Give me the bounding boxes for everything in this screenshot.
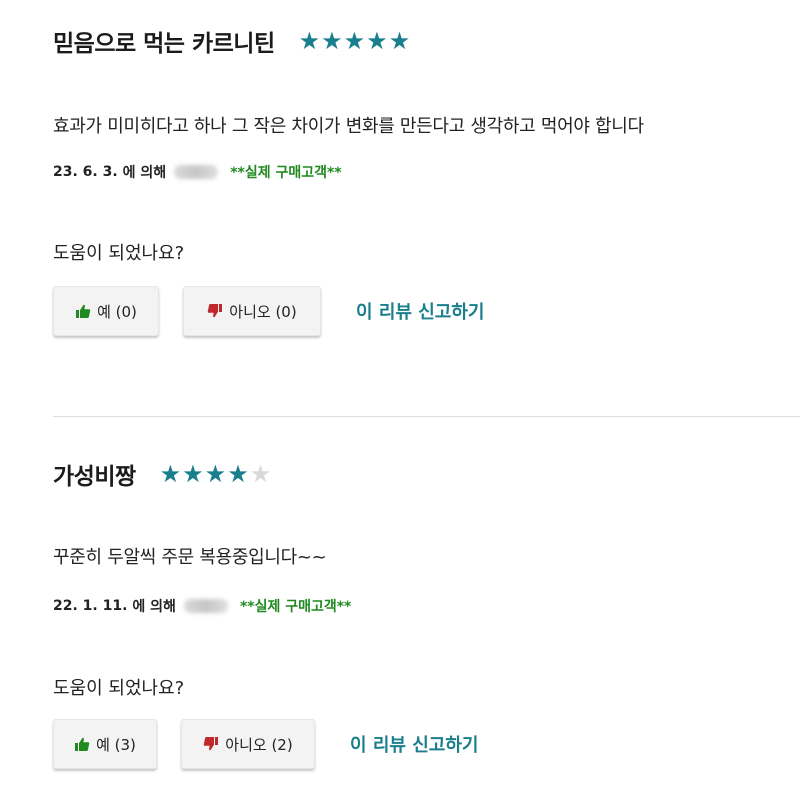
helpful-no-label: 아니오 (2) xyxy=(225,735,293,754)
helpful-yes-button[interactable]: 예 (3) xyxy=(53,719,157,769)
review-title: 가성비짱 xyxy=(53,464,136,490)
star-icon: ★ xyxy=(159,460,182,488)
vote-row: 예 (3) 아니오 (2) 이 리뷰 신고하기 xyxy=(53,719,478,769)
review-by-label: 에 의해 xyxy=(132,599,176,615)
review-body: 효과가 미미히다고 하나 그 작은 차이가 변화를 만든다고 생각하고 먹어야 … xyxy=(53,116,644,137)
reviewer-name-blurred xyxy=(183,599,228,613)
thumbs-up-icon xyxy=(75,303,91,319)
star-icon: ★ xyxy=(343,27,366,55)
review-date: 22. 1. 11. xyxy=(53,598,128,614)
star-icon: ★ xyxy=(298,27,321,55)
verified-buyer-badge: **실제 구매고객** xyxy=(230,165,342,181)
review-card: 가성비짱 ★ ★ ★ ★ ★ 꾸준히 두알씩 주문 복용중입니다~~ 22. 1… xyxy=(0,435,800,800)
review-card: 믿음으로 먹는 카르니틴 ★ ★ ★ ★ ★ 효과가 미미히다고 하나 그 작은… xyxy=(0,0,800,400)
helpful-question: 도움이 되었나요? xyxy=(53,243,185,264)
star-icon: ★ xyxy=(366,27,388,55)
review-by-label: 에 의해 xyxy=(122,165,167,181)
thumbs-down-icon xyxy=(207,303,223,319)
helpful-no-label: 아니오 (0) xyxy=(229,302,297,321)
star-icon: ★ xyxy=(182,460,204,488)
review-divider xyxy=(53,416,800,417)
thumbs-up-icon xyxy=(74,736,90,752)
review-date: 23. 6. 3. xyxy=(53,164,118,180)
review-header: 가성비짱 ★ ★ ★ ★ ★ xyxy=(53,457,271,491)
review-meta: 23. 6. 3. 에 의해 **실제 구매고객** xyxy=(53,162,342,182)
report-review-link[interactable]: 이 리뷰 신고하기 xyxy=(356,298,484,324)
star-rating: ★ ★ ★ ★ ★ xyxy=(160,462,272,486)
verified-buyer-badge: **실제 구매고객** xyxy=(239,599,352,615)
star-icon: ★ xyxy=(249,460,272,488)
helpful-no-button[interactable]: 아니오 (2) xyxy=(181,719,315,769)
star-icon: ★ xyxy=(227,460,249,488)
star-icon: ★ xyxy=(321,27,343,55)
review-header: 믿음으로 먹는 카르니틴 ★ ★ ★ ★ ★ xyxy=(53,24,410,58)
helpful-question: 도움이 되었나요? xyxy=(53,678,185,699)
reviewer-name-blurred xyxy=(174,165,219,179)
helpful-yes-label: 예 (0) xyxy=(97,302,137,321)
helpful-yes-button[interactable]: 예 (0) xyxy=(53,286,159,336)
review-title: 믿음으로 먹는 카르니틴 xyxy=(53,31,275,57)
vote-row: 예 (0) 아니오 (0) 이 리뷰 신고하기 xyxy=(53,286,484,336)
star-rating: ★ ★ ★ ★ ★ xyxy=(299,29,411,53)
helpful-no-button[interactable]: 아니오 (0) xyxy=(183,286,321,336)
review-meta: 22. 1. 11. 에 의해 **실제 구매고객** xyxy=(53,596,351,616)
star-icon: ★ xyxy=(204,460,227,488)
star-icon: ★ xyxy=(388,27,411,55)
review-body: 꾸준히 두알씩 주문 복용중입니다~~ xyxy=(53,547,327,568)
report-review-link[interactable]: 이 리뷰 신고하기 xyxy=(350,731,478,757)
helpful-yes-label: 예 (3) xyxy=(96,735,136,754)
thumbs-down-icon xyxy=(203,736,219,752)
